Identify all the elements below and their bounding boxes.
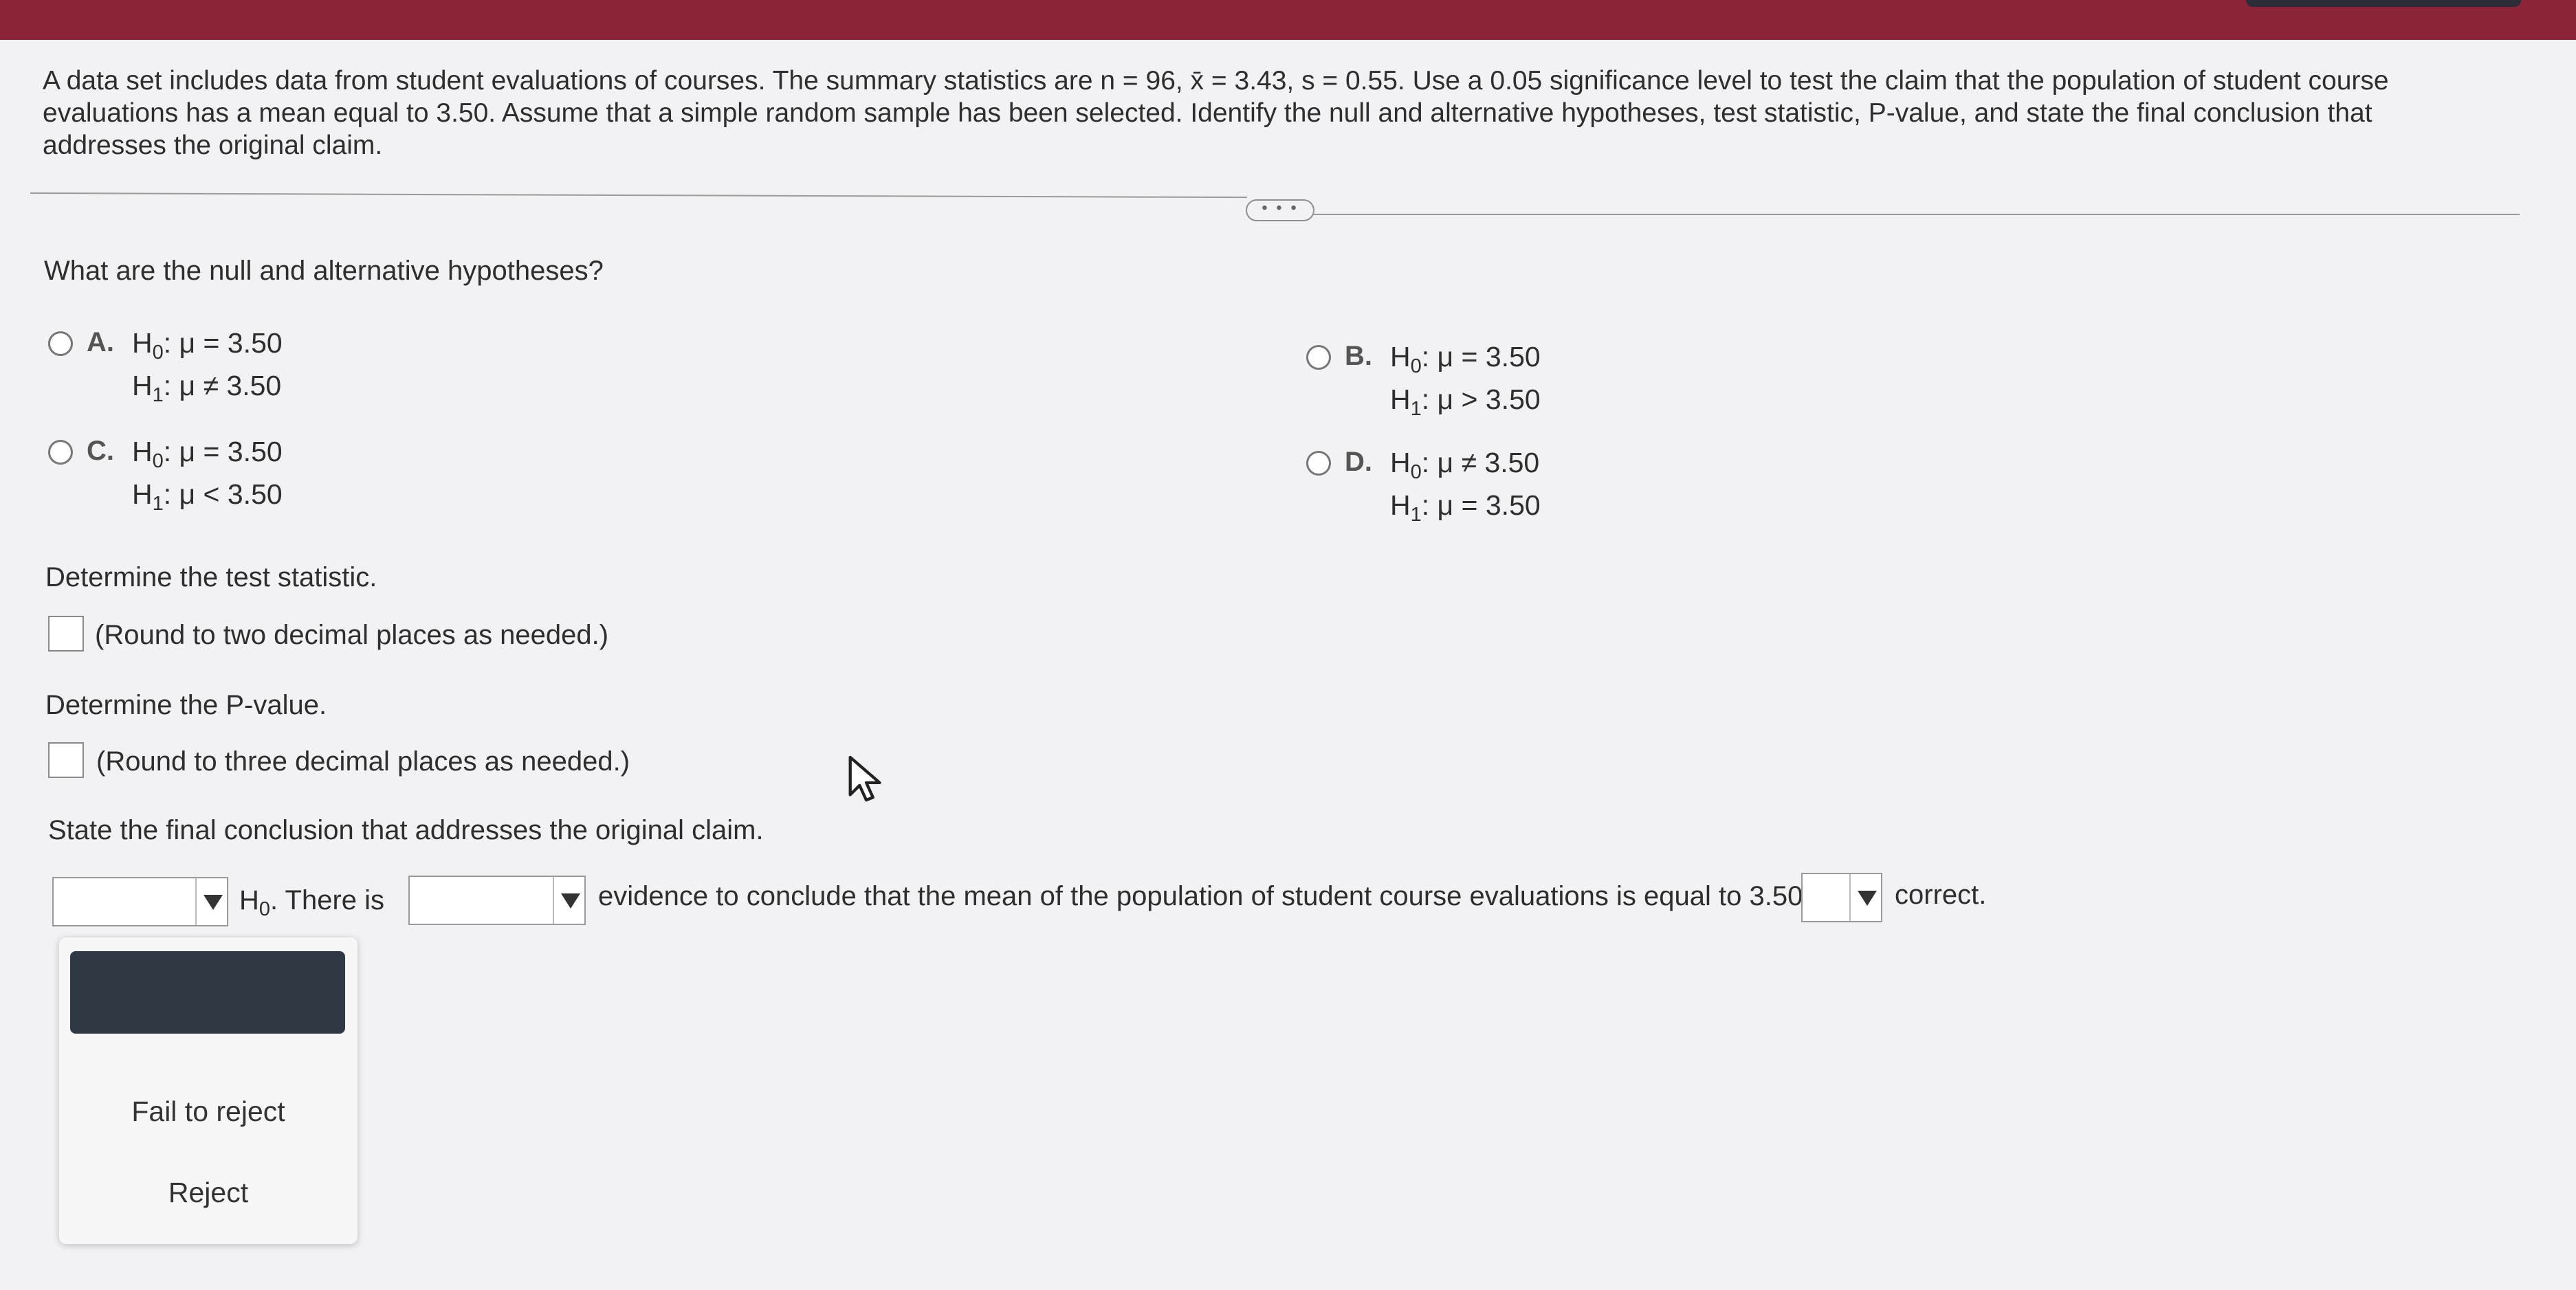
option-letter: C. xyxy=(87,436,114,466)
option-d[interactable]: D. H0: μ ≠ 3.50 H1: μ = 3.50 xyxy=(1306,447,1925,543)
option-c[interactable]: C. H0: μ = 3.50 H1: μ < 3.50 xyxy=(48,436,667,532)
radio-button-icon[interactable] xyxy=(1306,451,1331,476)
p-value-hint: (Round to three decimal places as needed… xyxy=(96,746,630,777)
option-b-h0: H0: μ = 3.50 xyxy=(1390,341,1541,378)
option-letter: D. xyxy=(1345,447,1372,477)
option-d-h0: H0: μ ≠ 3.50 xyxy=(1390,447,1540,484)
divider-right xyxy=(1313,214,2520,215)
menu-item-fail-to-reject[interactable]: Fail to reject xyxy=(59,1096,357,1128)
p-value-input[interactable] xyxy=(48,742,84,778)
option-a-h0: H0: μ = 3.50 xyxy=(132,327,283,364)
radio-button-icon[interactable] xyxy=(48,331,73,356)
test-statistic-input[interactable] xyxy=(48,616,84,652)
option-letter: A. xyxy=(87,327,114,357)
expand-more-button[interactable]: • • • xyxy=(1246,199,1314,221)
menu-item-reject[interactable]: Reject xyxy=(59,1177,357,1209)
conclusion-dropdown-2[interactable] xyxy=(408,876,586,925)
option-c-h0: H0: μ = 3.50 xyxy=(132,436,283,473)
problem-statement: A data set includes data from student ev… xyxy=(43,66,2389,160)
option-a-h1: H1: μ ≠ 3.50 xyxy=(132,370,282,407)
conclusion-end-text: correct. xyxy=(1895,880,1987,910)
radio-button-icon[interactable] xyxy=(48,440,73,465)
conclusion-dropdown-3[interactable] xyxy=(1801,873,1882,922)
hypotheses-question: What are the null and alternative hypoth… xyxy=(44,256,604,286)
mouse-pointer-icon xyxy=(848,755,881,802)
option-d-h1: H1: μ = 3.50 xyxy=(1390,489,1541,526)
question-sheet: A data set includes data from student ev… xyxy=(0,40,2576,1290)
test-statistic-hint: (Round to two decimal places as needed.) xyxy=(95,620,609,650)
conclusion-prompt: State the final conclusion that addresse… xyxy=(48,815,764,845)
top-bar-tab xyxy=(2246,0,2521,7)
option-a[interactable]: A. H0: μ = 3.50 H1: μ ≠ 3.50 xyxy=(48,327,667,423)
test-statistic-prompt: Determine the test statistic. xyxy=(45,562,377,592)
conclusion-dropdown-1[interactable] xyxy=(52,877,228,926)
dropdown-menu: Fail to reject Reject xyxy=(59,937,357,1244)
divider-left xyxy=(30,192,1247,199)
option-letter: B. xyxy=(1345,341,1372,371)
p-value-prompt: Determine the P-value. xyxy=(45,690,327,720)
dropdown-arrow-icon[interactable] xyxy=(553,877,584,924)
dropdown-arrow-icon[interactable] xyxy=(195,878,227,925)
conclusion-h0-text: H0. There is xyxy=(239,885,385,920)
dropdown-arrow-icon[interactable] xyxy=(1849,874,1881,921)
top-bar xyxy=(0,0,2576,40)
dropdown-highlighted-blank-option[interactable] xyxy=(70,951,345,1034)
option-b-h1: H1: μ > 3.50 xyxy=(1390,383,1541,421)
radio-button-icon[interactable] xyxy=(1306,345,1331,370)
option-c-h1: H1: μ < 3.50 xyxy=(132,478,283,515)
option-b[interactable]: B. H0: μ = 3.50 H1: μ > 3.50 xyxy=(1306,341,1925,437)
conclusion-middle-text: evidence to conclude that the mean of th… xyxy=(598,881,1803,911)
